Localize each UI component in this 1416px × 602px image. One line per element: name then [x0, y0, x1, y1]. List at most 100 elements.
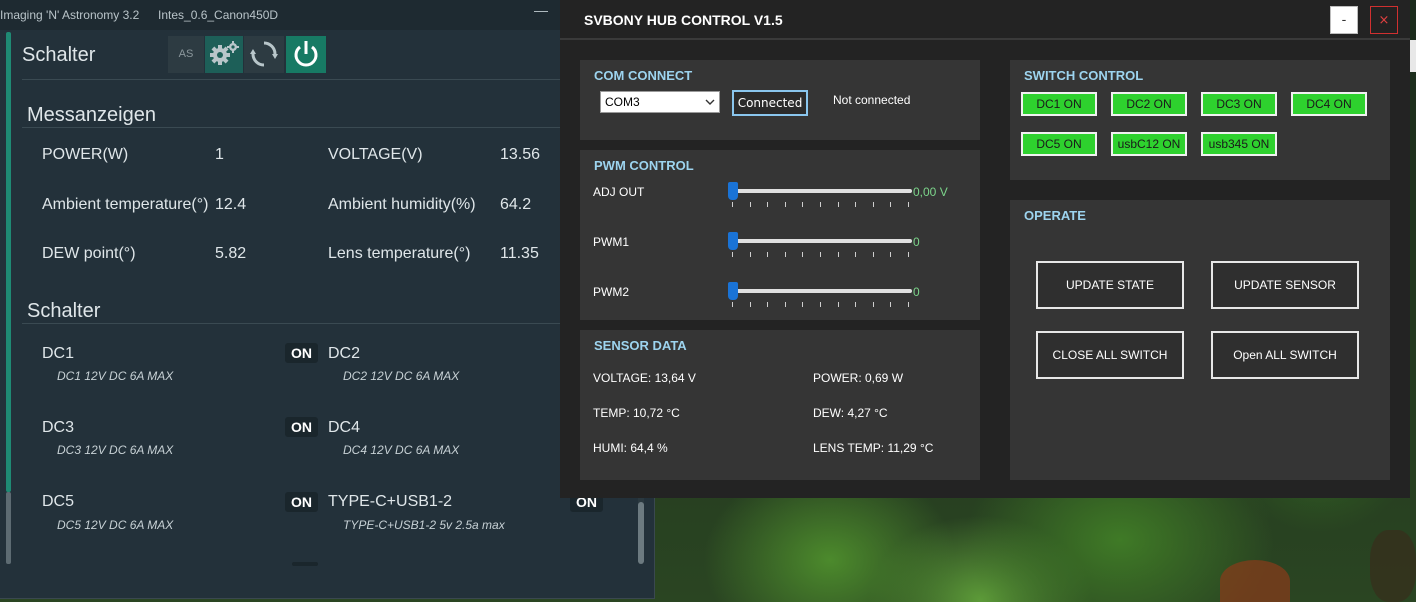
- pwm-channel-value: 0: [913, 285, 920, 299]
- slider-tick: [890, 202, 891, 207]
- com-port-value: COM3: [605, 95, 640, 109]
- nina-app-title: Imaging 'N' Astronomy 3.2: [0, 8, 140, 22]
- slider-track: [728, 189, 912, 193]
- com-connect-panel: COM CONNECT COM3 Connected Not connected: [580, 60, 980, 140]
- sensor-data-heading: SENSOR DATA: [594, 338, 687, 353]
- pwm2-slider[interactable]: [728, 282, 912, 308]
- dc3-switch-button[interactable]: DC3 ON: [1201, 92, 1277, 116]
- nina-titlebar: Imaging 'N' Astronomy 3.2 Intes_0.6_Cano…: [0, 0, 654, 30]
- as-button[interactable]: AS: [168, 36, 204, 73]
- switch-name: DC1: [42, 345, 75, 362]
- sensor-power: POWER: 0,69 W: [813, 371, 904, 385]
- switch-toggle-partial[interactable]: [292, 562, 318, 566]
- slider-track: [728, 239, 912, 243]
- pwm-channel-value: 0: [913, 235, 920, 249]
- dc2-switch-button[interactable]: DC2 ON: [1111, 92, 1187, 116]
- measure-label: DEW point(°): [42, 245, 136, 262]
- update-sensor-button[interactable]: UPDATE SENSOR: [1211, 261, 1359, 309]
- divider: [22, 323, 612, 324]
- measure-label: VOLTAGE(V): [328, 146, 423, 163]
- slider-tick: [838, 302, 839, 307]
- slider-thumb[interactable]: [728, 182, 738, 200]
- refresh-button[interactable]: [244, 36, 284, 73]
- section-heading-switches: Schalter: [27, 300, 101, 322]
- measure-label: Ambient humidity(%): [328, 196, 476, 213]
- switch-description: DC2 12V DC 6A MAX: [343, 369, 460, 383]
- measure-value: 13.56: [500, 146, 541, 163]
- slider-tick: [802, 302, 803, 307]
- measure-label: Ambient temperature(°): [42, 196, 209, 213]
- slider-tick: [750, 202, 751, 207]
- operate-panel: OPERATE UPDATE STATE UPDATE SENSOR CLOSE…: [1010, 200, 1390, 480]
- update-state-button[interactable]: UPDATE STATE: [1036, 261, 1184, 309]
- slider-tick: [908, 202, 909, 207]
- slider-tick: [873, 302, 874, 307]
- sensor-data-panel: SENSOR DATA VOLTAGE: 13,64 V POWER: 0,69…: [580, 330, 980, 480]
- nina-profile-name: Intes_0.6_Canon450D: [158, 8, 279, 22]
- switch-name: DC2: [328, 345, 361, 362]
- svbony-window: SVBONY HUB CONTROL V1.5 - × COM CONNECT …: [560, 0, 1410, 498]
- slider-tick: [890, 252, 891, 257]
- slider-tick: [890, 302, 891, 307]
- pwm1-slider[interactable]: [728, 232, 912, 258]
- switch-control-heading: SWITCH CONTROL: [1024, 68, 1144, 83]
- com-port-select[interactable]: COM3: [600, 91, 720, 113]
- usb345-switch-button[interactable]: usb345 ON: [1201, 132, 1277, 156]
- minimize-button[interactable]: -: [1330, 6, 1358, 34]
- measure-value: 12.4: [215, 196, 247, 213]
- switch-toggle[interactable]: ON: [285, 492, 318, 512]
- close-all-switch-button[interactable]: CLOSE ALL SWITCH: [1036, 331, 1184, 379]
- slider-tick: [732, 252, 733, 257]
- slider-tick: [908, 302, 909, 307]
- wallpaper-detail: [1220, 560, 1290, 602]
- slider-tick: [750, 302, 751, 307]
- adj-out-slider[interactable]: [728, 182, 912, 208]
- slider-ticks: [728, 252, 912, 258]
- measure-value: 1: [215, 146, 224, 163]
- close-button[interactable]: ×: [1370, 6, 1398, 34]
- slider-tick: [820, 202, 821, 207]
- switch-toggle[interactable]: ON: [285, 343, 318, 363]
- slider-tick: [732, 202, 733, 207]
- chevron-down-icon: [705, 99, 715, 105]
- measure-label: POWER(W): [42, 146, 129, 163]
- background-window-edge: [1410, 40, 1416, 72]
- divider: [22, 127, 612, 128]
- switch-description: DC4 12V DC 6A MAX: [343, 443, 460, 457]
- divider: [22, 79, 612, 80]
- usbc12-switch-button[interactable]: usbC12 ON: [1111, 132, 1187, 156]
- sensor-humidity: HUMI: 64,4 %: [593, 441, 668, 455]
- panel-title: Schalter: [22, 44, 96, 66]
- power-button[interactable]: [286, 36, 326, 73]
- slider-thumb[interactable]: [728, 282, 738, 300]
- scrollbar-thumb[interactable]: [638, 502, 644, 564]
- pwm-control-heading: PWM CONTROL: [594, 158, 694, 173]
- slider-tick: [785, 252, 786, 257]
- nina-minimize-button[interactable]: —: [534, 2, 548, 18]
- title-separator: [560, 38, 1410, 40]
- switch-toggle[interactable]: ON: [285, 417, 318, 437]
- slider-tick: [873, 252, 874, 257]
- connection-status: Not connected: [833, 93, 911, 107]
- sensor-voltage: VOLTAGE: 13,64 V: [593, 371, 696, 385]
- dc4-switch-button[interactable]: DC4 ON: [1291, 92, 1367, 116]
- slider-thumb[interactable]: [728, 232, 738, 250]
- slider-tick: [855, 202, 856, 207]
- sensor-temp: TEMP: 10,72 °C: [593, 406, 680, 420]
- slider-tick: [820, 302, 821, 307]
- connect-button[interactable]: Connected: [732, 90, 808, 116]
- com-connect-heading: COM CONNECT: [594, 68, 693, 83]
- settings-button[interactable]: [205, 36, 243, 73]
- open-all-switch-button[interactable]: Open ALL SWITCH: [1211, 331, 1359, 379]
- refresh-icon: [250, 41, 278, 67]
- dc5-switch-button[interactable]: DC5 ON: [1021, 132, 1097, 156]
- slider-tick: [767, 202, 768, 207]
- dc1-switch-button[interactable]: DC1 ON: [1021, 92, 1097, 116]
- switch-description: DC3 12V DC 6A MAX: [57, 443, 174, 457]
- switch-description: DC1 12V DC 6A MAX: [57, 369, 174, 383]
- switch-description: TYPE-C+USB1-2 5v 2.5a max: [343, 518, 505, 532]
- measure-value: 64.2: [500, 196, 532, 213]
- slider-track: [728, 289, 912, 293]
- pwm-channel-label: ADJ OUT: [593, 185, 645, 199]
- slider-tick: [767, 252, 768, 257]
